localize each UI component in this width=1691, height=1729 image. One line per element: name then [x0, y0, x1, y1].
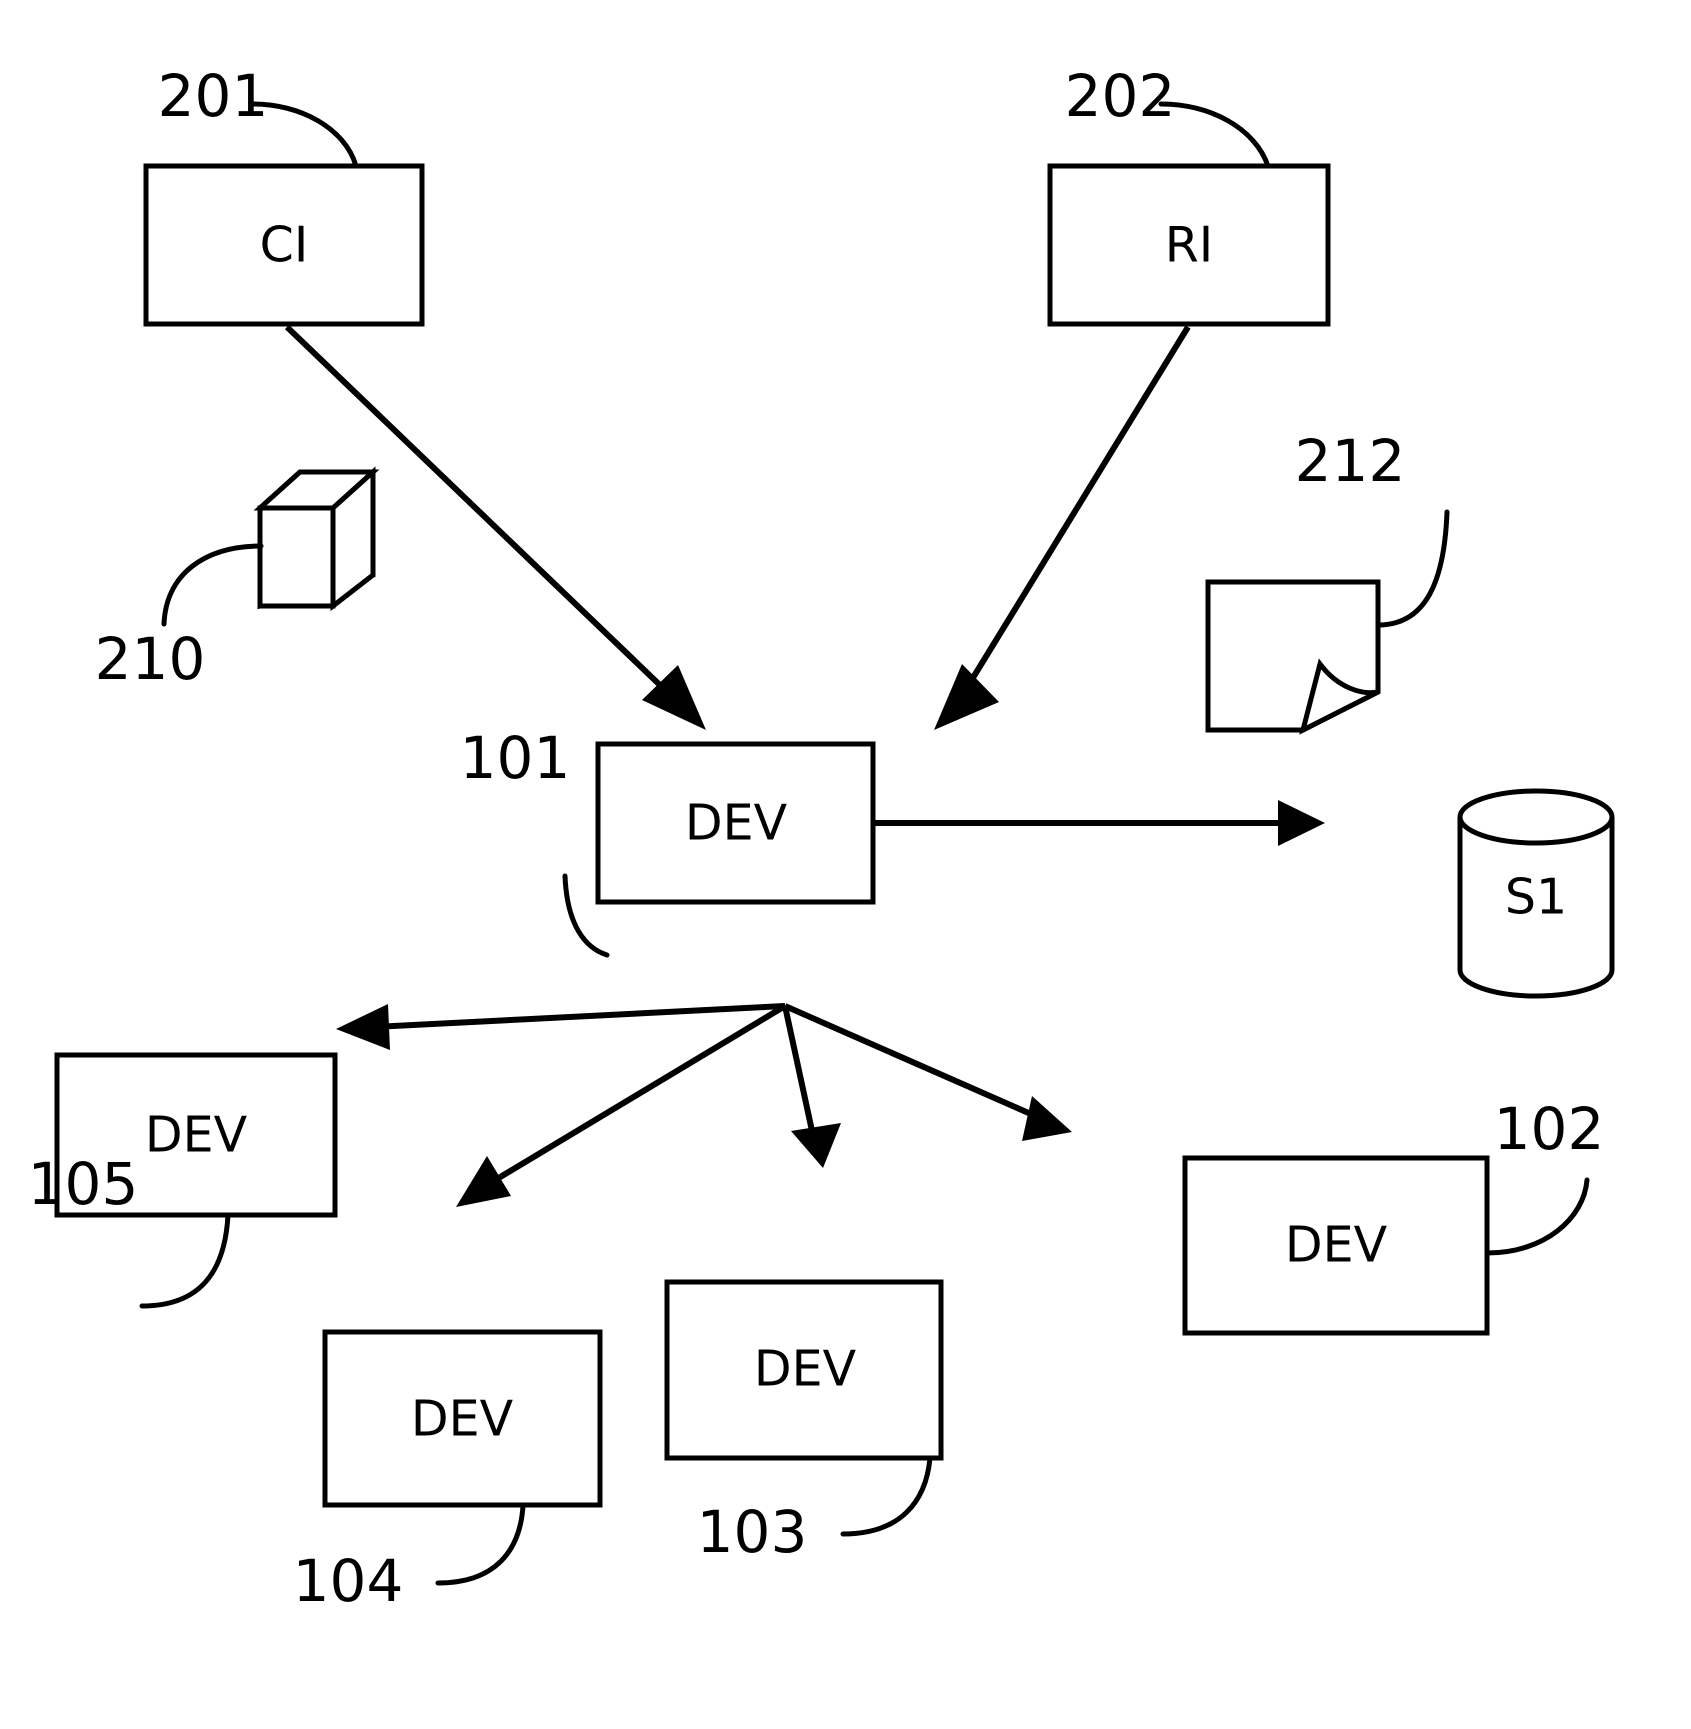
ref-label-103: 103 — [697, 1498, 808, 1566]
ref-label-210: 210 — [95, 625, 206, 693]
box-dev-101[interactable]: DEV — [595, 741, 876, 905]
arrowhead-dev-to-s1 — [1278, 800, 1325, 846]
box-dev-102-label: DEV — [1285, 1217, 1388, 1274]
block-diagram-svg: CI 201 RI 202 210 212 DEV 101 S1 DEV 105… — [28, 62, 1615, 1615]
ref-label-202: 202 — [1065, 62, 1176, 130]
leader-103 — [840, 1455, 933, 1537]
cylinder-s1[interactable]: S1 — [1457, 788, 1615, 999]
box-dev-102[interactable]: DEV — [1182, 1155, 1490, 1336]
cylinder-s1-label: S1 — [1505, 869, 1567, 926]
box-ci-label: CI — [260, 217, 309, 274]
ref-label-105: 105 — [28, 1150, 139, 1218]
ref-label-212: 212 — [1295, 427, 1406, 495]
box-dev-101-label: DEV — [685, 795, 788, 852]
arrowhead-ri-to-dev — [934, 664, 999, 730]
ref-label-104: 104 — [293, 1547, 404, 1615]
box-dev-104-label: DEV — [411, 1391, 514, 1448]
diagram-canvas: CI 201 RI 202 210 212 DEV 101 S1 DEV 105… — [0, 0, 1691, 1729]
leader-105 — [139, 1212, 231, 1309]
arrowhead-dev-to-dev105 — [336, 1004, 390, 1050]
arrowhead-dev-to-dev104 — [456, 1156, 511, 1207]
leader-202 — [1158, 101, 1271, 169]
box-ri-label: RI — [1165, 217, 1214, 274]
connector-dev-to-dev103 — [782, 1005, 841, 1168]
box-dev-105-label: DEV — [145, 1107, 248, 1164]
leader-201 — [250, 101, 359, 169]
box-dev-103-label: DEV — [754, 1341, 857, 1398]
connector-ri-to-dev — [934, 325, 1191, 730]
connector-dev-to-s1 — [873, 800, 1325, 846]
connector-dev-to-dev102 — [783, 1003, 1072, 1141]
leader-102 — [1484, 1177, 1590, 1256]
document-icon — [1205, 579, 1381, 735]
connector-dev-to-dev104 — [456, 1003, 787, 1207]
ref-label-101: 101 — [460, 724, 571, 792]
leader-212 — [1375, 509, 1450, 628]
cube-icon — [253, 466, 380, 612]
box-dev-104[interactable]: DEV — [322, 1329, 603, 1508]
arrowhead-dev-to-dev102 — [1022, 1096, 1072, 1141]
leader-210 — [161, 543, 264, 627]
ref-label-102: 102 — [1494, 1095, 1605, 1163]
arrowhead-dev-to-dev103 — [791, 1123, 841, 1168]
leader-104 — [435, 1503, 526, 1586]
box-ci[interactable]: CI — [143, 163, 425, 327]
ref-label-201: 201 — [158, 62, 269, 130]
box-ri[interactable]: RI — [1047, 163, 1331, 327]
box-dev-103[interactable]: DEV — [664, 1279, 944, 1461]
